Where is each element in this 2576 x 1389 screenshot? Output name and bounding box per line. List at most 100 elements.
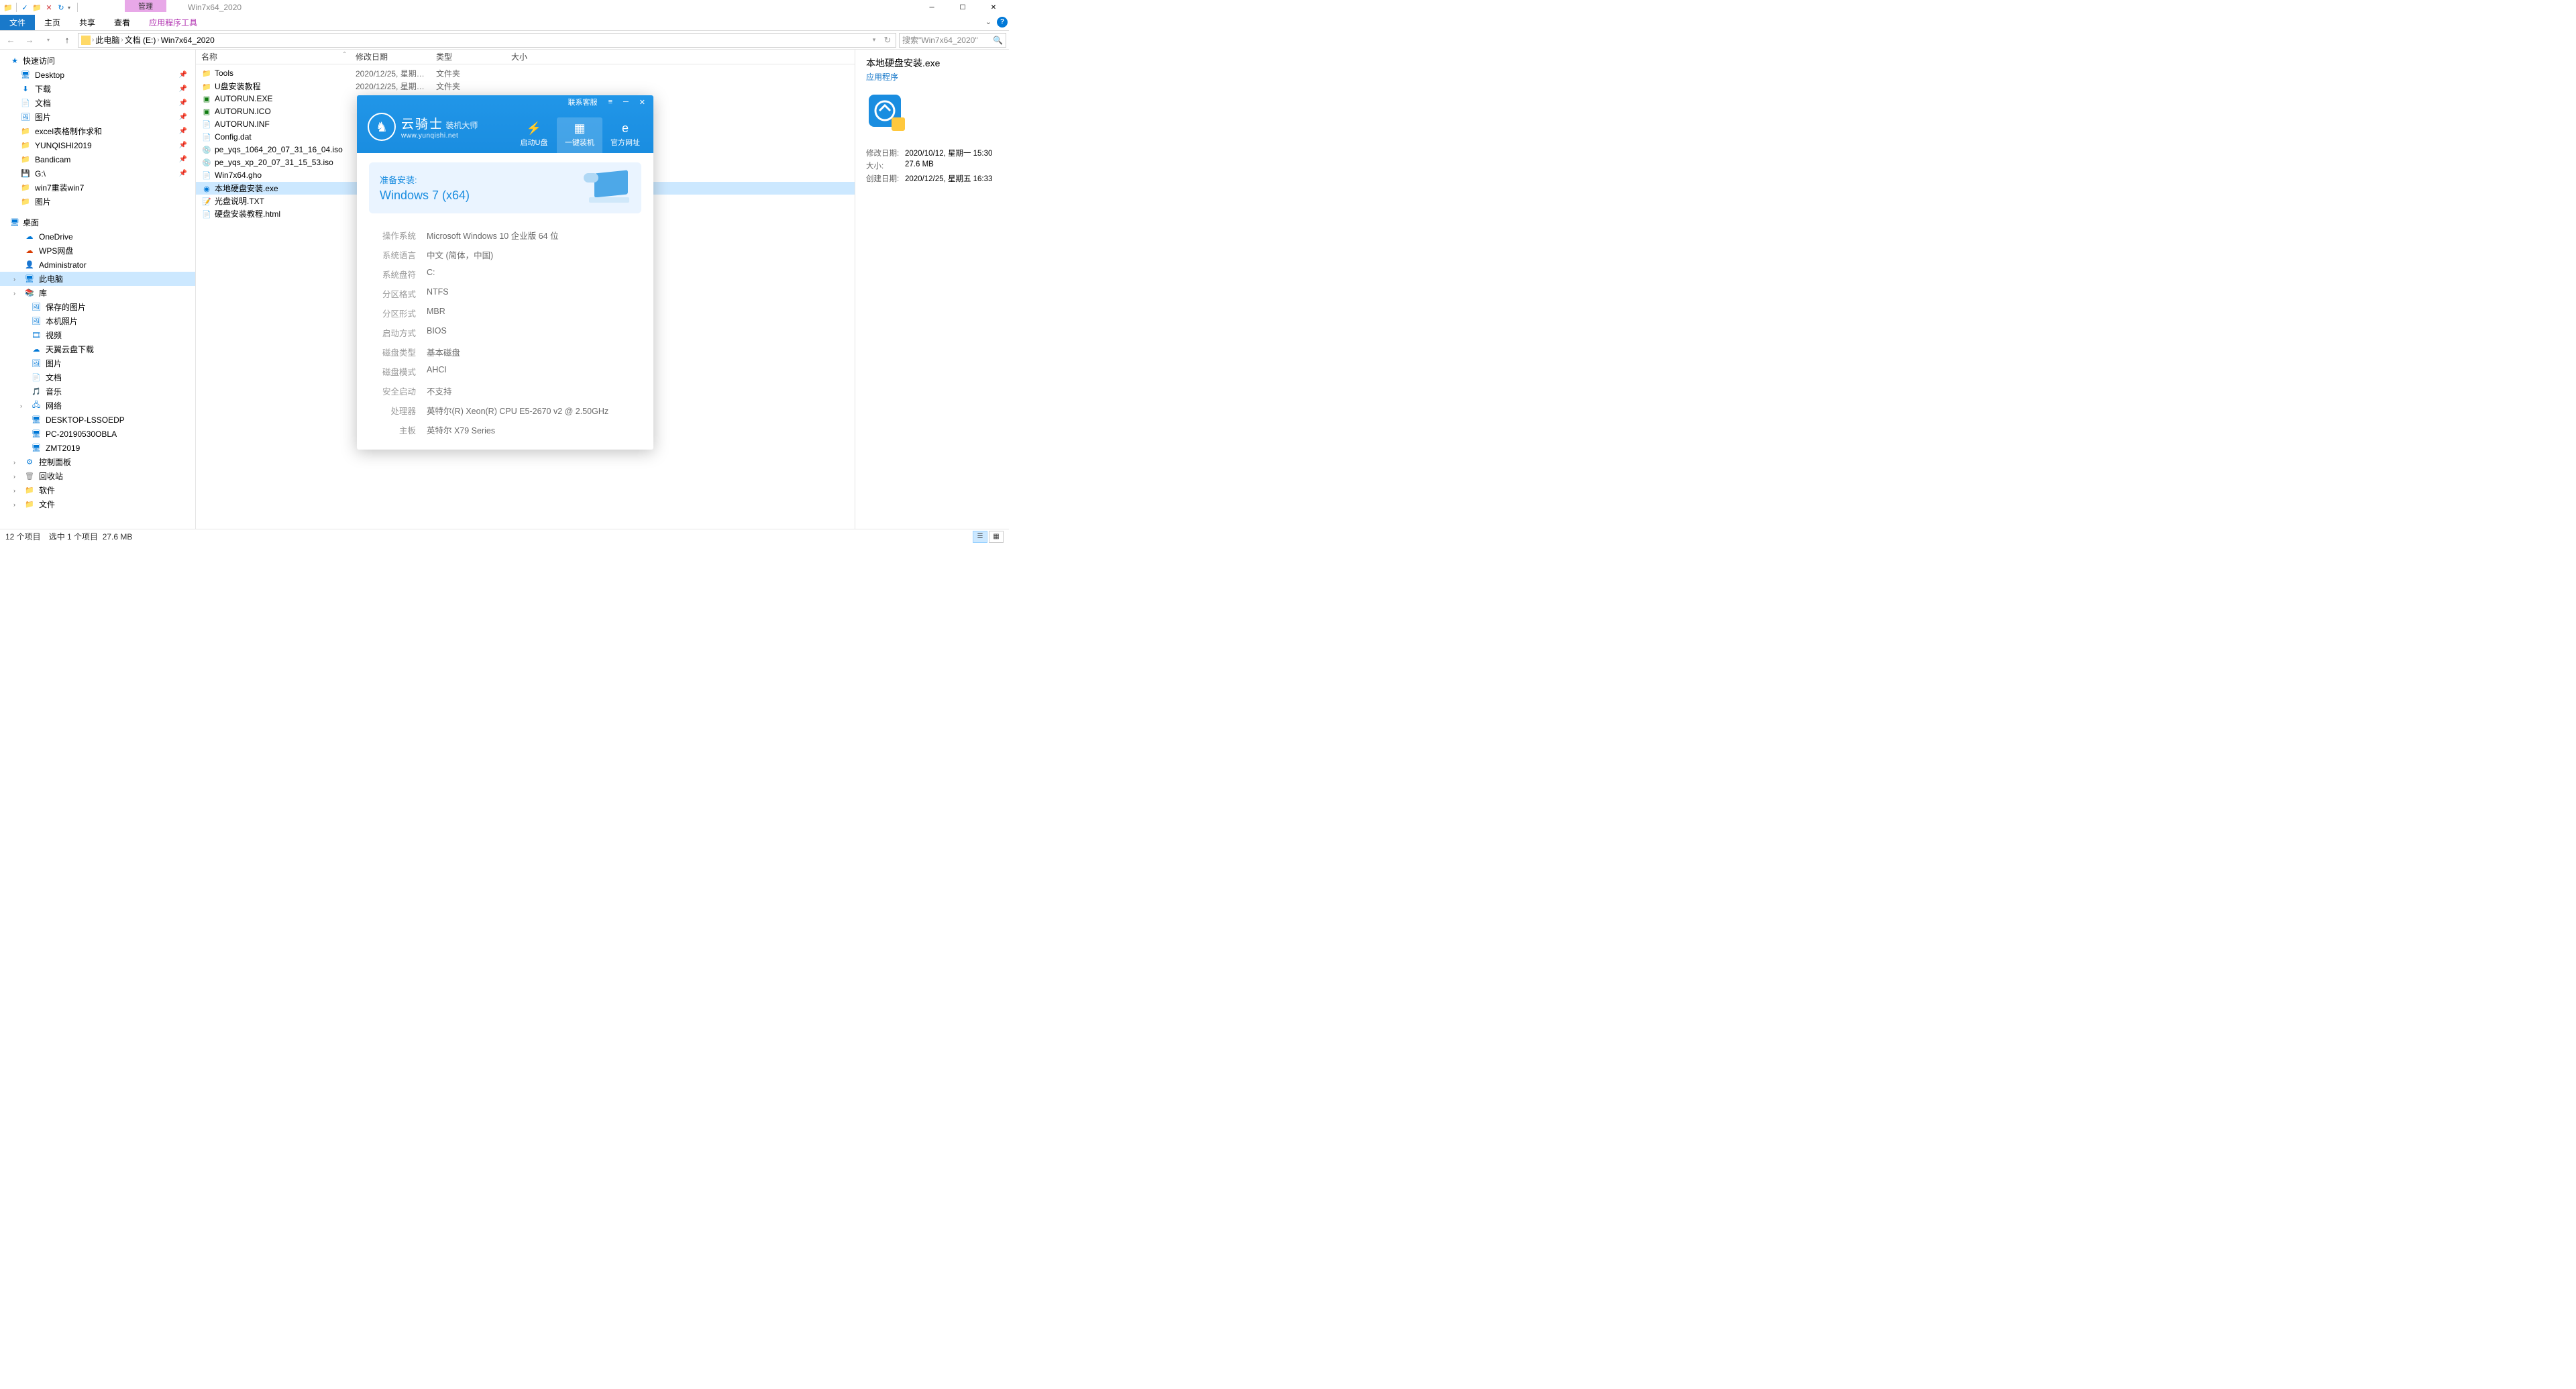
statusbar: 12 个项目 选中 1 个项目 27.6 MB ☰ ▦	[0, 529, 1009, 544]
sidebar-item[interactable]: 🖼 图片 📌	[0, 110, 195, 124]
sidebar-group-quickaccess[interactable]: ★ 快速访问	[0, 54, 195, 68]
ribbon: 文件 主页 共享 查看 应用程序工具 ⌄ ?	[0, 15, 1009, 31]
help-icon[interactable]: ?	[997, 17, 1008, 28]
ribbon-expand-button[interactable]: ⌄	[981, 16, 996, 28]
installer-nav-item[interactable]: ▦ 一键装机	[557, 117, 602, 153]
sidebar-item[interactable]: ›📚 库	[0, 286, 195, 300]
close-button[interactable]: ✕	[634, 97, 651, 108]
sidebar-item-label: 天翼云盘下载	[46, 344, 94, 355]
property-value: 27.6 MB	[905, 160, 934, 171]
chevron-right-icon[interactable]: ›	[13, 276, 20, 282]
refresh-icon[interactable]: ↻	[56, 2, 66, 13]
chevron-right-icon[interactable]: ›	[157, 36, 159, 44]
sidebar-item[interactable]: 🖥 DESKTOP-LSSOEDP	[0, 413, 195, 427]
search-icon[interactable]: 🔍	[993, 36, 1003, 45]
file-row[interactable]: 📁U盘安装教程 2020/12/25, 星期五 1... 文件夹	[196, 80, 855, 93]
minimize-button[interactable]: ─	[916, 0, 947, 15]
sidebar-item[interactable]: ›🖥 此电脑	[0, 272, 195, 286]
close-button[interactable]: ✕	[978, 0, 1009, 15]
sidebar-item[interactable]: ☁ 天翼云盘下载	[0, 342, 195, 356]
contact-support-button[interactable]: 联系客服	[563, 95, 603, 109]
breadcrumb-item[interactable]: Win7x64_2020	[161, 36, 215, 45]
breadcrumb-item[interactable]: 文档 (E:)	[125, 34, 156, 46]
chevron-right-icon[interactable]: ›	[13, 473, 20, 480]
view-icons-button[interactable]: ▦	[989, 531, 1004, 543]
ribbon-tab-apptools[interactable]: 应用程序工具	[140, 15, 207, 30]
file-icon: 📝	[201, 197, 212, 207]
folder-icon[interactable]: 📁	[3, 2, 13, 13]
view-details-button[interactable]: ☰	[973, 531, 987, 543]
chevron-right-icon[interactable]: ›	[13, 290, 20, 297]
breadcrumb-item[interactable]: 此电脑	[95, 34, 119, 46]
nav-back-button[interactable]: ←	[3, 32, 19, 48]
sidebar-item-label: 本机照片	[46, 315, 78, 327]
ribbon-tab-share[interactable]: 共享	[70, 15, 105, 30]
breadcrumb[interactable]: › 此电脑 › 文档 (E:) › Win7x64_2020 ▾ ↻	[78, 33, 896, 48]
item-icon: 🖥	[20, 70, 31, 80]
chevron-right-icon[interactable]: ›	[20, 403, 27, 409]
sidebar-item[interactable]: 📁 excel表格制作求和 📌	[0, 124, 195, 138]
folder-icon[interactable]: 📁	[32, 2, 42, 13]
sidebar-item[interactable]: › 🗑 回收站	[0, 469, 195, 483]
sidebar-item[interactable]: ☁ OneDrive	[0, 229, 195, 244]
chevron-right-icon[interactable]: ›	[13, 459, 20, 466]
column-header-date[interactable]: 修改日期	[350, 51, 431, 62]
info-value: 英特尔 X79 Series	[427, 423, 495, 436]
sidebar-item[interactable]: 🖥 PC-20190530OBLA	[0, 427, 195, 441]
sidebar-item[interactable]: 🖼 本机照片	[0, 314, 195, 328]
sidebar-item[interactable]: 📁 图片	[0, 195, 195, 209]
sidebar-item[interactable]: 📄 文档	[0, 370, 195, 384]
sidebar-item[interactable]: 🖥 Desktop 📌	[0, 68, 195, 82]
ribbon-tab-home[interactable]: 主页	[35, 15, 70, 30]
qat-dropdown[interactable]: ▾	[68, 5, 74, 11]
sidebar-item[interactable]: › 📁 文件	[0, 497, 195, 511]
maximize-button[interactable]: ☐	[947, 0, 978, 15]
sidebar-item[interactable]: › ⚙ 控制面板	[0, 455, 195, 469]
column-header-type[interactable]: 类型	[431, 51, 506, 62]
chevron-right-icon[interactable]: ›	[13, 487, 20, 494]
nav-recent-dropdown[interactable]: ▾	[40, 32, 56, 48]
sidebar-item[interactable]: 🎞 视频	[0, 328, 195, 342]
sidebar-item[interactable]: 📁 Bandicam 📌	[0, 152, 195, 166]
sidebar-item[interactable]: 📁 win7重装win7	[0, 181, 195, 195]
sidebar-item-label: 库	[39, 287, 47, 299]
file-icon: ▣	[201, 95, 212, 104]
menu-icon[interactable]: ≡	[603, 97, 618, 107]
dropdown-icon[interactable]: ▾	[869, 32, 879, 48]
chevron-right-icon[interactable]: ›	[92, 36, 94, 44]
sidebar-item[interactable]: › 📁 软件	[0, 483, 195, 497]
sidebar-item-network[interactable]: › 🖧 网络	[0, 399, 195, 413]
sidebar-item[interactable]: 🎵 音乐	[0, 384, 195, 399]
details-property: 创建日期: 2020/12/25, 星期五 16:33	[866, 173, 998, 184]
nav-up-button[interactable]: ↑	[59, 32, 75, 48]
column-header-name[interactable]: 名称⌃	[196, 51, 350, 62]
installer-nav-item[interactable]: ⚡ 启动U盘	[511, 117, 557, 153]
ribbon-tab-view[interactable]: 查看	[105, 15, 140, 30]
ribbon-tab-file[interactable]: 文件	[0, 15, 35, 30]
sidebar-item[interactable]: 👤 Administrator	[0, 258, 195, 272]
close-red-icon[interactable]: ✕	[44, 2, 54, 13]
installer-nav-item[interactable]: e 官方网址	[602, 117, 648, 153]
sidebar-item[interactable]: 💾 G:\ 📌	[0, 166, 195, 181]
sidebar-item[interactable]: 📁 YUNQISHI2019 📌	[0, 138, 195, 152]
refresh-icon[interactable]: ↻	[882, 32, 893, 48]
details-pane: 本地硬盘安装.exe 应用程序 修改日期: 2020/10/12, 星期一 15…	[855, 50, 1009, 529]
sidebar-item[interactable]: 🖥 ZMT2019	[0, 441, 195, 455]
sidebar-item[interactable]: 📄 文档 📌	[0, 96, 195, 110]
minimize-button[interactable]: ─	[618, 97, 634, 107]
file-icon: 📄	[201, 120, 212, 130]
info-row: 操作系统 Microsoft Windows 10 企业版 64 位	[369, 225, 641, 245]
search-input[interactable]: 搜索"Win7x64_2020" 🔍	[899, 33, 1006, 48]
nav-forward-button[interactable]: →	[21, 32, 38, 48]
sidebar-item[interactable]: ☁ WPS网盘	[0, 244, 195, 258]
sidebar-item[interactable]: 🖼 图片	[0, 356, 195, 370]
sidebar-group-desktop[interactable]: 🖥 桌面	[0, 215, 195, 229]
column-header-size[interactable]: 大小	[506, 51, 559, 62]
chevron-right-icon[interactable]: ›	[121, 36, 123, 44]
check-icon[interactable]: ✓	[19, 2, 30, 13]
ribbon-context-tab[interactable]: 管理	[125, 0, 166, 12]
file-row[interactable]: 📁Tools 2020/12/25, 星期五 1... 文件夹	[196, 67, 855, 80]
sidebar-item[interactable]: 🖼 保存的图片	[0, 300, 195, 314]
chevron-right-icon[interactable]: ›	[13, 501, 20, 508]
sidebar-item[interactable]: ⬇ 下载 📌	[0, 82, 195, 96]
